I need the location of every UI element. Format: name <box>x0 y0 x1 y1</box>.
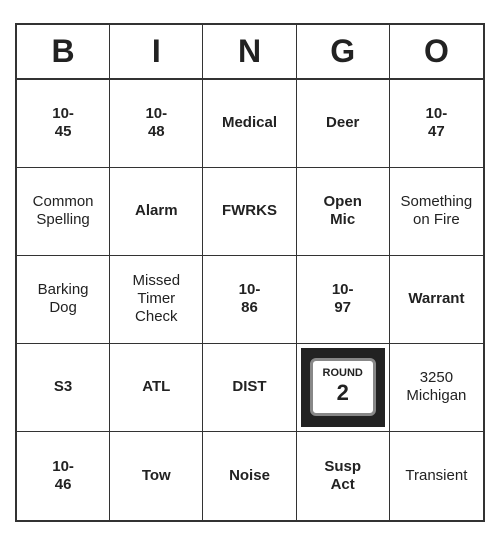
cell-content: 10-47 <box>426 105 448 141</box>
cell-content: S3 <box>54 378 72 396</box>
cell-content: 10-86 <box>239 281 261 317</box>
cell-r4-c4: Transient <box>390 432 483 520</box>
cell-content: FWRKS <box>222 202 277 220</box>
cell-content: Somethingon Fire <box>401 193 473 229</box>
header-letter: B <box>17 25 110 78</box>
cell-content: DIST <box>232 378 266 396</box>
cell-r2-c1: MissedTimerCheck <box>110 256 203 344</box>
bingo-grid: 10-45 10-48 Medical Deer 10-47 CommonSpelling… <box>17 80 483 520</box>
cell-content: SuspAct <box>324 458 361 494</box>
cell-r3-c4: 3250Michigan <box>390 344 483 432</box>
cell-r3-c1: ATL <box>110 344 203 432</box>
cell-content: Warrant <box>408 290 464 308</box>
cell-content: Tow <box>142 467 171 485</box>
header-letter: G <box>297 25 390 78</box>
cell-r1-c3: OpenMic <box>297 168 390 256</box>
cell-r4-c2: Noise <box>203 432 296 520</box>
cell-content: BarkingDog <box>38 281 89 317</box>
cell-r2-c2: 10-86 <box>203 256 296 344</box>
cell-r3-c0: S3 <box>17 344 110 432</box>
cell-r4-c0: 10-46 <box>17 432 110 520</box>
cell-content: Noise <box>229 467 270 485</box>
cell-r0-c0: 10-45 <box>17 80 110 168</box>
cell-r1-c0: CommonSpelling <box>17 168 110 256</box>
cell-content: CommonSpelling <box>33 193 94 229</box>
cell-r0-c3: Deer <box>297 80 390 168</box>
cell-r3-c3: ROUND2 <box>297 344 390 432</box>
bingo-card: BINGO 10-45 10-48 Medical Deer 10-47 CommonSp… <box>15 23 485 522</box>
cell-content: ATL <box>142 378 170 396</box>
bingo-header: BINGO <box>17 25 483 80</box>
cell-content: Alarm <box>135 202 178 220</box>
cell-content: 10-48 <box>145 105 167 141</box>
header-letter: N <box>203 25 296 78</box>
cell-r1-c2: FWRKS <box>203 168 296 256</box>
cell-r4-c1: Tow <box>110 432 203 520</box>
cell-r2-c4: Warrant <box>390 256 483 344</box>
cell-content: 3250Michigan <box>406 369 466 405</box>
cell-content: Medical <box>222 114 277 132</box>
cell-content: OpenMic <box>324 193 362 229</box>
header-letter: O <box>390 25 483 78</box>
cell-content: MissedTimerCheck <box>133 272 181 326</box>
cell-content: Transient <box>405 467 467 485</box>
cell-r4-c3: SuspAct <box>297 432 390 520</box>
cell-r1-c1: Alarm <box>110 168 203 256</box>
cell-r0-c4: 10-47 <box>390 80 483 168</box>
cell-r2-c0: BarkingDog <box>17 256 110 344</box>
cell-content: 10-46 <box>52 458 74 494</box>
cell-r2-c3: 10-97 <box>297 256 390 344</box>
cell-content: 10-97 <box>332 281 354 317</box>
cell-content: 10-45 <box>52 105 74 141</box>
cell-r0-c1: 10-48 <box>110 80 203 168</box>
round2-image: ROUND2 <box>301 348 385 427</box>
cell-r3-c2: DIST <box>203 344 296 432</box>
header-letter: I <box>110 25 203 78</box>
cell-r0-c2: Medical <box>203 80 296 168</box>
cell-r1-c4: Somethingon Fire <box>390 168 483 256</box>
cell-content: Deer <box>326 114 359 132</box>
